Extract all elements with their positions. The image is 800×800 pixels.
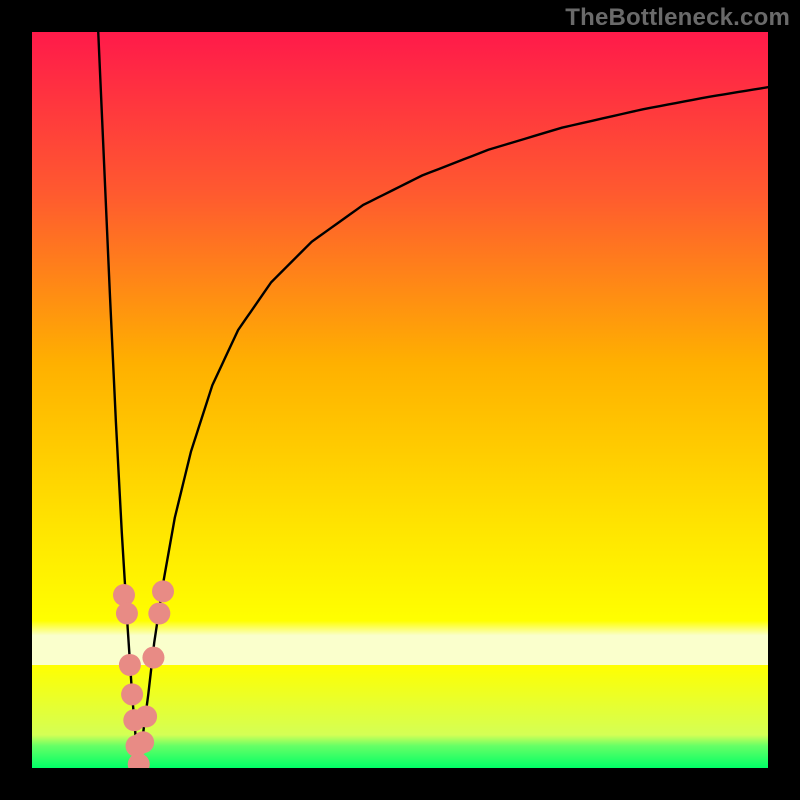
chart-svg (32, 32, 768, 768)
plot-area (32, 32, 768, 768)
gradient-background (32, 32, 768, 768)
data-marker (135, 705, 157, 727)
watermark-text: TheBottleneck.com (565, 4, 790, 32)
data-marker (121, 683, 143, 705)
chart-frame: TheBottleneck.com (0, 0, 800, 800)
data-marker (113, 584, 135, 606)
data-marker (119, 654, 141, 676)
data-marker (142, 647, 164, 669)
data-marker (116, 602, 138, 624)
data-marker (152, 580, 174, 602)
data-marker (148, 602, 170, 624)
data-marker (132, 731, 154, 753)
